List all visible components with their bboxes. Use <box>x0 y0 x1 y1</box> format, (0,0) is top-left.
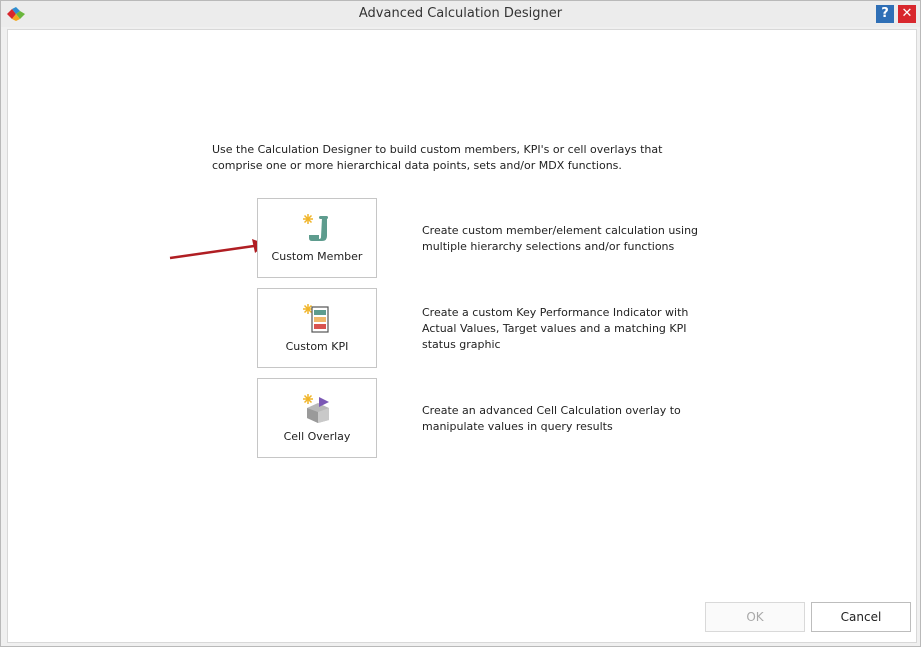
custom-member-description: Create custom member/element calculation… <box>422 224 699 253</box>
custom-kpi-description: Create a custom Key Performance Indicato… <box>422 306 689 351</box>
window-title: Advanced Calculation Designer <box>358 6 563 21</box>
custom-kpi-icon <box>303 304 329 333</box>
cell-overlay-label: Cell Overlay <box>283 430 351 443</box>
cell-overlay-button[interactable]: Cell Overlay <box>257 378 377 458</box>
intro-text: Use the Calculation Designer to build cu… <box>212 143 663 172</box>
custom-member-label: Custom Member <box>271 250 363 263</box>
custom-kpi-button[interactable]: Custom KPI <box>257 288 377 368</box>
help-button[interactable]: ? <box>876 5 894 23</box>
red-arrow-annotation <box>169 239 266 260</box>
cancel-button[interactable]: Cancel <box>811 602 911 632</box>
cell-overlay-description: Create an advanced Cell Calculation over… <box>422 404 681 433</box>
ok-button[interactable]: OK <box>705 602 805 632</box>
dialog-content: Use the Calculation Designer to build cu… <box>7 29 917 643</box>
custom-kpi-label: Custom KPI <box>285 340 349 353</box>
close-button[interactable]: ✕ <box>898 5 916 23</box>
dialog-window: Advanced Calculation Designer ? ✕ Use th… <box>0 0 921 647</box>
title-bar[interactable]: Advanced Calculation Designer ? ✕ <box>1 1 920 27</box>
custom-member-button[interactable]: Custom Member <box>257 198 377 278</box>
cell-overlay-icon <box>303 394 329 423</box>
custom-member-icon <box>303 214 328 241</box>
